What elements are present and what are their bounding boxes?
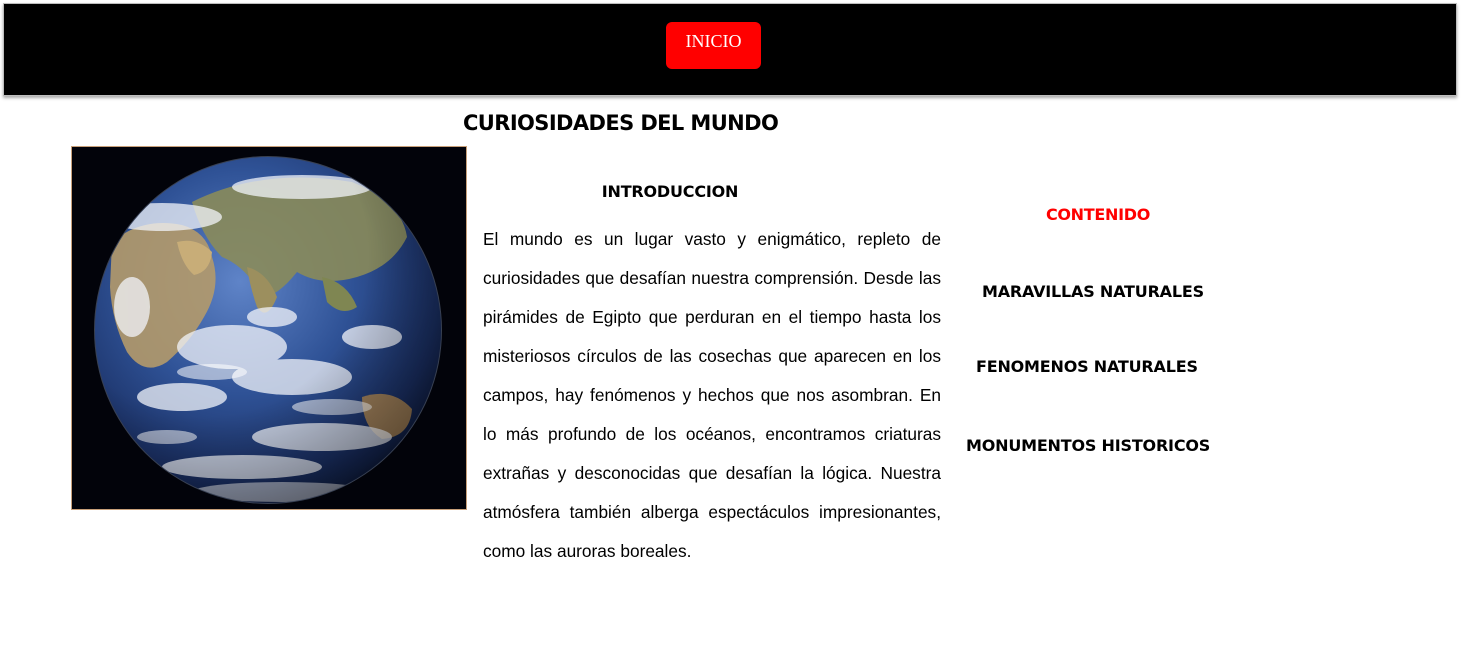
inicio-button[interactable]: INICIO	[666, 22, 761, 69]
page: INICIO CURIOSIDADES DEL MUNDO INTRODUCCI…	[0, 0, 1461, 653]
earth-globe-icon	[72, 147, 466, 509]
page-title: CURIOSIDADES DEL MUNDO	[463, 111, 779, 135]
intro-heading: INTRODUCCION	[601, 182, 739, 201]
link-monumentos-historicos[interactable]: MONUMENTOS HISTORICOS	[966, 436, 1210, 455]
link-maravillas-naturales[interactable]: MARAVILLAS NATURALES	[982, 282, 1204, 301]
intro-paragraph: El mundo es un lugar vasto y enigmático,…	[483, 229, 941, 561]
earth-image	[71, 146, 467, 510]
link-fenomenos-naturales[interactable]: FENOMENOS NATURALES	[976, 357, 1198, 376]
top-nav-bar: INICIO	[3, 3, 1457, 96]
contents-heading: CONTENIDO	[1045, 205, 1151, 224]
